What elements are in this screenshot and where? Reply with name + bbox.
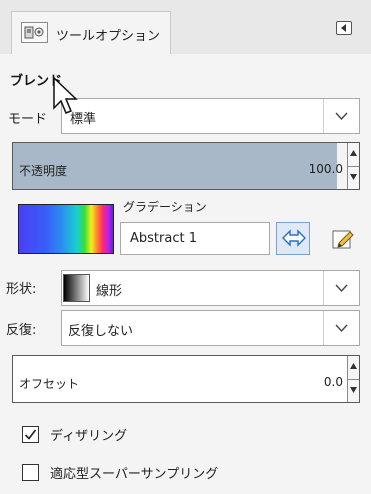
checkmark-icon (24, 429, 37, 440)
opacity-stepper[interactable] (347, 143, 359, 189)
offset-scale[interactable]: オフセット 0.0 (12, 355, 360, 403)
gradient-preview[interactable] (18, 204, 114, 254)
chevron-down-icon[interactable] (323, 311, 359, 345)
adaptive-supersampling-label[interactable]: 適応型スーパーサンプリング (50, 463, 218, 482)
mouse-pointer-icon (53, 76, 78, 114)
opacity-value: 100.0 (308, 162, 343, 176)
opacity-label: 不透明度 (19, 164, 68, 178)
offset-label: オフセット (19, 377, 80, 391)
adaptive-supersampling-checkbox[interactable] (22, 464, 39, 481)
repeat-label: 反復: (6, 323, 37, 338)
shape-select[interactable]: 線形 (61, 270, 360, 306)
tab-bar: ツールオプション (0, 0, 371, 54)
tool-options-icon (21, 22, 48, 43)
shape-label: 形状: (6, 282, 37, 297)
mode-label: モード (8, 112, 48, 127)
gradient-name: Abstract 1 (130, 231, 197, 246)
dithering-label[interactable]: ディザリング (50, 425, 127, 444)
tool-options-panel: ツールオプション ブレンド モード 標準 不透明度 100.0 グラデーション … (0, 0, 371, 494)
linear-shape-icon (63, 274, 90, 302)
repeat-value: 反復しない (68, 324, 134, 339)
edit-gradient-button[interactable] (326, 222, 360, 255)
offset-value: 0.0 (323, 375, 343, 389)
chevron-down-icon[interactable] (323, 99, 359, 133)
gradient-label: グラデーション (123, 200, 207, 214)
tab-label: ツールオプション (56, 29, 161, 44)
edit-gradient-icon (332, 230, 354, 249)
dithering-checkbox[interactable] (22, 426, 39, 443)
offset-stepper[interactable] (347, 356, 359, 402)
repeat-select[interactable]: 反復しない (61, 310, 360, 346)
tab-tool-options[interactable]: ツールオプション (11, 11, 171, 54)
mode-select[interactable]: 標準 (61, 98, 360, 134)
opacity-scale[interactable]: 不透明度 100.0 (12, 142, 360, 190)
shape-value: 線形 (96, 284, 123, 299)
gradient-name-field[interactable]: Abstract 1 (120, 222, 270, 255)
chevron-down-icon[interactable] (323, 271, 359, 305)
reverse-gradient-icon (282, 229, 306, 247)
tab-menu-icon[interactable] (336, 21, 352, 35)
reverse-gradient-button[interactable] (276, 222, 310, 255)
